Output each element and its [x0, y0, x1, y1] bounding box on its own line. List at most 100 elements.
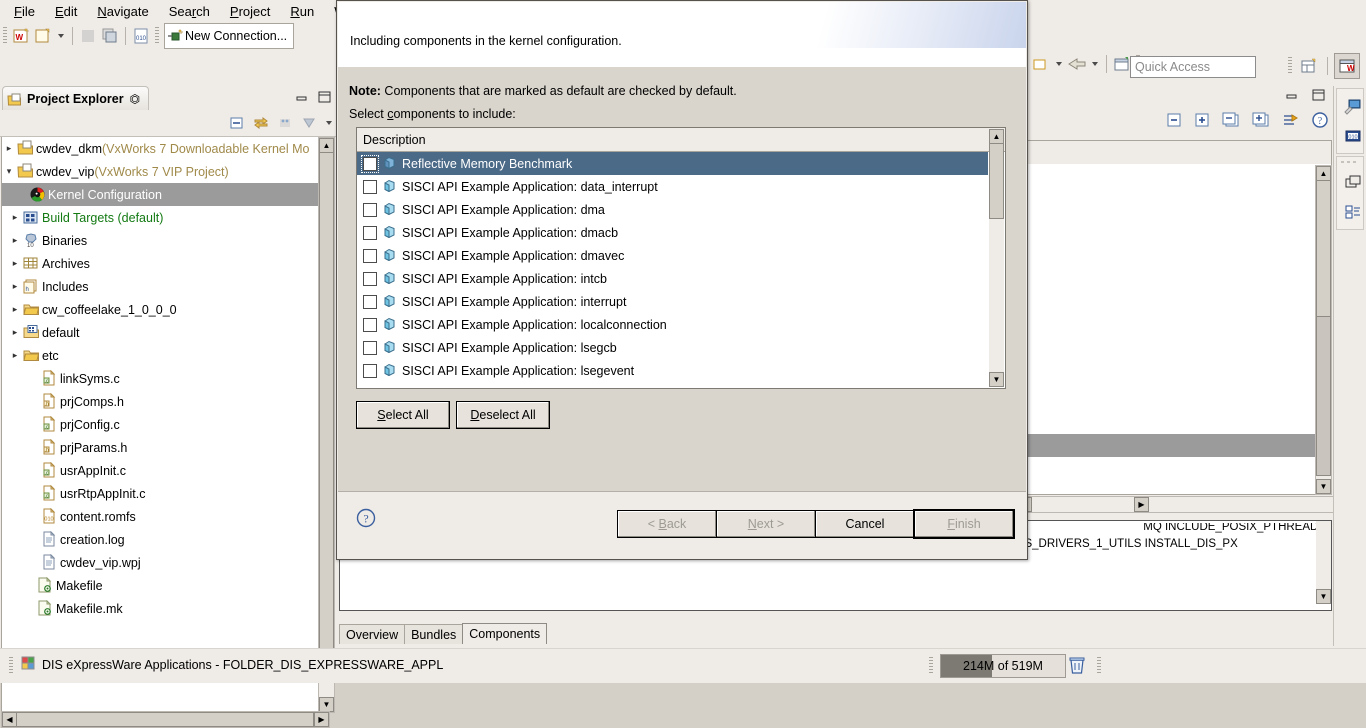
tree-item-default[interactable]: ▸default [2, 321, 329, 344]
run-config-icon[interactable] [1030, 53, 1052, 75]
collapse-all-tree-icon[interactable] [1222, 112, 1240, 131]
binary-file-icon[interactable]: 010 [130, 25, 152, 47]
component-list-item[interactable]: SISCI API Example Application: interrupt [357, 290, 988, 313]
help-icon[interactable]: ? [1312, 112, 1328, 131]
outline-icon[interactable] [1339, 198, 1366, 226]
back-button[interactable]: < Back [617, 510, 717, 538]
open-perspective-icon[interactable] [1297, 54, 1321, 78]
component-checkbox[interactable] [363, 157, 377, 171]
component-checkbox[interactable] [363, 249, 377, 263]
tree-item-includes[interactable]: ▸hIncludes [2, 275, 329, 298]
component-list-item[interactable]: SISCI API Example Application: intcb [357, 267, 988, 290]
expand-arrow-icon[interactable]: ▸ [8, 304, 22, 315]
save-icon[interactable] [77, 25, 99, 47]
component-list-item[interactable]: SISCI API Example Application: dmavec [357, 244, 988, 267]
tree-item-usrrtpappinit-c[interactable]: .cusrRtpAppInit.c [2, 482, 329, 505]
tree-item-archives[interactable]: ▸Archives [2, 252, 329, 275]
tree-item-makefile-mk[interactable]: Makefile.mk [2, 597, 329, 620]
component-checkbox[interactable] [363, 272, 377, 286]
component-list-item[interactable]: Reflective Memory Benchmark [357, 152, 988, 175]
expand-arrow-icon[interactable]: ▸ [8, 350, 22, 361]
menu-file[interactable]: File [4, 2, 45, 21]
component-checkbox[interactable] [363, 364, 377, 378]
new-vxworks-project-icon[interactable]: W [10, 25, 32, 47]
menu-run[interactable]: Run [280, 2, 324, 21]
tree-item-cwdev-vip[interactable]: ▾cwdev_vip (VxWorks 7 VIP Project) [2, 160, 329, 183]
run-gc-button[interactable] [1068, 655, 1086, 678]
menu-edit[interactable]: Edit [45, 2, 87, 21]
status-grip[interactable] [9, 657, 13, 675]
tree-item-build-targets-default-[interactable]: ▸Build Targets (default) [2, 206, 329, 229]
menu-project[interactable]: Project [220, 2, 280, 21]
select-all-button[interactable]: Select All [356, 401, 450, 429]
dialog-help-icon[interactable]: ? [356, 508, 376, 531]
listbox-header[interactable]: Description [357, 128, 1005, 152]
tree-item-creation-log[interactable]: creation.log [2, 528, 329, 551]
fast-view-grip[interactable] [1337, 158, 1363, 166]
expand-arrow-icon[interactable]: ▸ [8, 281, 22, 292]
heap-status[interactable]: 214M of 519M [940, 654, 1066, 678]
tree-item-cw-coffeelake-1-0-0-0[interactable]: ▸cw_coffeelake_1_0_0_0 [2, 298, 329, 321]
new-file-icon[interactable] [32, 25, 54, 47]
editor-minimize-icon[interactable] [1284, 88, 1300, 105]
next-button[interactable]: Next > [716, 510, 816, 538]
component-checkbox[interactable] [363, 226, 377, 240]
toolbar-grip-2[interactable] [155, 27, 159, 45]
collapse-all-icon[interactable] [226, 112, 248, 134]
editor-tab-overview[interactable]: Overview [339, 624, 405, 644]
tree-item-content-romfs[interactable]: 010content.romfs [2, 505, 329, 528]
trash-grip[interactable] [1097, 657, 1101, 675]
save-all-icon[interactable] [99, 25, 121, 47]
component-list-item[interactable]: SISCI API Example Application: lsegcb [357, 336, 988, 359]
view-menu-icon[interactable] [298, 112, 320, 134]
tab-pin-icon[interactable]: ⏣ [130, 92, 140, 106]
listbox-scrollbar[interactable]: ▲ ▼ [989, 129, 1004, 387]
finish-button[interactable]: Finish [914, 510, 1014, 538]
collapse-icon[interactable] [1166, 112, 1182, 131]
quick-access-input[interactable]: Quick Access [1130, 56, 1256, 78]
minimize-icon[interactable] [294, 90, 310, 107]
expand-arrow-icon[interactable]: ▸ [8, 235, 22, 246]
tree-item-prjconfig-c[interactable]: .cprjConfig.c [2, 413, 329, 436]
component-list-item[interactable]: SISCI API Example Application: lsegevent [357, 359, 988, 382]
component-checkbox[interactable] [363, 295, 377, 309]
component-checkbox[interactable] [363, 318, 377, 332]
tree-item-makefile[interactable]: Makefile [2, 574, 329, 597]
remote-systems-icon[interactable] [1339, 92, 1366, 120]
component-list-item[interactable]: SISCI API Example Application: dma [357, 198, 988, 221]
tree-item-prjparams-h[interactable]: .hprjParams.h [2, 436, 329, 459]
new-dropdown-icon[interactable] [58, 34, 64, 38]
new-connection-button[interactable]: New Connection... [164, 23, 294, 49]
component-list-item[interactable]: SISCI API Example Application: localconn… [357, 313, 988, 336]
cancel-button[interactable]: Cancel [815, 510, 915, 538]
tree-item-cwdev-dkm[interactable]: ▸cwdev_dkm (VxWorks 7 Downloadable Kerne… [2, 137, 329, 160]
link-with-editor-icon[interactable] [250, 112, 272, 134]
component-list-item[interactable]: SISCI API Example Application: dmacb [357, 221, 988, 244]
editor-maximize-icon[interactable] [1310, 88, 1326, 105]
toolbar-grip[interactable] [3, 27, 7, 45]
tree-item-kernel-configuration[interactable]: Kernel Configuration [2, 183, 329, 206]
terminal-icon[interactable]: 010 [1339, 122, 1366, 150]
restore-icon[interactable] [1339, 168, 1366, 196]
editor-tab-bundles[interactable]: Bundles [404, 624, 463, 644]
expand-arrow-icon[interactable]: ▾ [2, 166, 16, 177]
view-menu-arrow-icon[interactable] [326, 121, 332, 125]
menu-navigate[interactable]: Navigate [87, 2, 158, 21]
expand-arrow-icon[interactable]: ▸ [8, 327, 22, 338]
listbox-items[interactable]: Reflective Memory Benchmark SISCI API Exa… [357, 152, 988, 388]
maximize-icon[interactable] [316, 90, 332, 107]
tree-horizontal-scrollbar[interactable]: ◀ ▶ [1, 711, 330, 728]
expand-icon[interactable] [1194, 112, 1210, 131]
tree-vertical-scrollbar[interactable]: ▲ ▼ [318, 137, 335, 713]
expand-arrow-icon[interactable]: ▸ [8, 212, 22, 223]
component-checkbox[interactable] [363, 180, 377, 194]
expand-arrow-icon[interactable]: ▸ [8, 258, 22, 269]
sort-icon[interactable] [1282, 112, 1300, 131]
tree-item-cwdev-vip-wpj[interactable]: cwdev_vip.wpj [2, 551, 329, 574]
filter-icon[interactable] [274, 112, 296, 134]
perspective-grip[interactable] [1288, 57, 1292, 75]
components-listbox[interactable]: Description Reflective Memory Benchmark S… [356, 127, 1006, 389]
components-vertical-scrollbar[interactable]: ▲ ▼ [1315, 165, 1332, 495]
heap-grip[interactable] [929, 657, 933, 675]
deselect-all-button[interactable]: Deselect All [456, 401, 550, 429]
